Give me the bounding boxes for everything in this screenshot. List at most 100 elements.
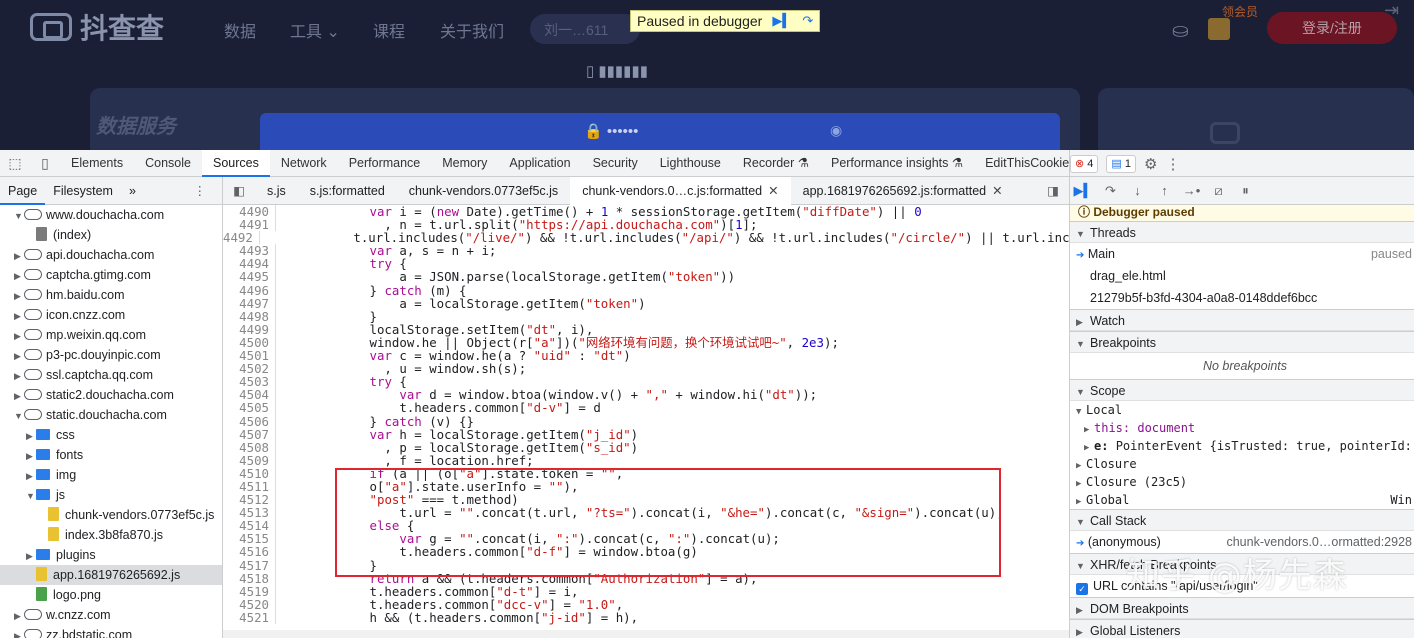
tab-sources[interactable]: Sources [201, 149, 270, 177]
editor-tab[interactable]: s.js:formatted [298, 177, 397, 205]
code-line[interactable]: 4521 h && (t.headers.common["j-id"] = h)… [223, 611, 1069, 624]
line-number[interactable]: 4519 [223, 585, 276, 598]
step-into-icon[interactable]: ↓ [1124, 183, 1151, 198]
tab-performance[interactable]: Performance [338, 150, 432, 177]
tree-item[interactable]: ▶ captcha.gtimg.com [0, 265, 222, 285]
editor-tab[interactable]: app.1681976265692.js:formatted ✕ [791, 177, 1015, 205]
resume-icon[interactable]: ▶▍ [772, 13, 792, 29]
tree-item[interactable]: ▶ hm.baidu.com [0, 285, 222, 305]
nav-item-data[interactable]: 数据 [224, 18, 256, 42]
tree-item[interactable]: ▶ icon.cnzz.com [0, 305, 222, 325]
tab-security[interactable]: Security [582, 150, 649, 177]
tree-item[interactable]: ▶ mp.weixin.qq.com [0, 325, 222, 345]
step-out-icon[interactable]: ↑ [1151, 183, 1178, 198]
line-number[interactable]: 4506 [223, 414, 276, 428]
pause-on-exceptions-icon[interactable]: ⏸ [1232, 183, 1259, 199]
scope-global[interactable]: ▶ Global Win [1070, 491, 1414, 509]
tab-lighthouse[interactable]: Lighthouse [649, 150, 732, 177]
toggle-debugger-icon[interactable]: ◨ [1037, 183, 1069, 198]
thread-item[interactable]: drag_ele.html [1070, 265, 1414, 287]
line-number[interactable]: 4521 [223, 611, 276, 624]
line-number[interactable]: 4505 [223, 401, 276, 415]
tree-item[interactable]: ▼ www.douchacha.com [0, 205, 222, 225]
step-icon[interactable]: →• [1178, 183, 1205, 198]
line-number[interactable]: 4496 [223, 283, 276, 297]
tab-performance-insights[interactable]: Performance insights ⚗ [820, 150, 974, 177]
scope-local[interactable]: ▼ Local [1070, 401, 1414, 419]
tree-item[interactable]: ▶ img [0, 465, 222, 485]
line-number[interactable]: 4498 [223, 310, 276, 323]
scope-closure-23c5[interactable]: ▶ Closure (23c5) [1070, 473, 1414, 491]
tab-application[interactable]: Application [498, 150, 581, 177]
code-line[interactable]: 4498 } [223, 310, 1069, 323]
toggle-navigator-icon[interactable]: ◧ [223, 183, 255, 198]
nav-item-courses[interactable]: 课程 [373, 18, 405, 42]
threads-header[interactable]: ▼ Threads [1070, 221, 1414, 243]
device-toolbar-icon[interactable]: ▯ [30, 155, 60, 172]
line-number[interactable]: 4499 [223, 323, 276, 336]
eye-icon[interactable]: ◉ [830, 122, 842, 139]
password-field[interactable]: 🔒 •••••• [584, 122, 638, 140]
editor-tab[interactable]: chunk-vendors.0773ef5c.js [397, 177, 570, 205]
line-number[interactable]: 4509 [223, 454, 276, 467]
code-line[interactable]: 4508 , p = localStorage.getItem("s_id") [223, 441, 1069, 454]
tab-network[interactable]: Network [270, 150, 338, 177]
dom-breakpoints-header[interactable]: ▶ DOM Breakpoints [1070, 597, 1414, 619]
scope-e[interactable]: ▶ e: PointerEvent {isTrusted: true, point… [1070, 437, 1414, 455]
tree-item[interactable]: ▶ plugins [0, 545, 222, 565]
code-line[interactable]: 4496 } catch (m) { [223, 283, 1069, 297]
tree-item[interactable]: ▶ fonts [0, 445, 222, 465]
code-line[interactable]: 4495 a = JSON.parse(localStorage.getItem… [223, 270, 1069, 284]
horizontal-scrollbar[interactable] [223, 630, 1069, 638]
code-line[interactable]: 4506 } catch (v) {} [223, 414, 1069, 428]
scope-this[interactable]: ▶ this: document [1070, 419, 1414, 437]
scope-closure[interactable]: ▶ Closure [1070, 455, 1414, 473]
error-badge[interactable]: ⊗ 4 [1070, 154, 1099, 173]
global-listeners-header[interactable]: ▶ Global Listeners [1070, 619, 1414, 638]
step-over-icon[interactable]: ↷ [802, 13, 813, 29]
tab-console[interactable]: Console [134, 150, 202, 177]
tree-item[interactable]: ▼ js [0, 485, 222, 505]
editor-tab[interactable]: s.js [255, 177, 298, 205]
settings-gear-icon[interactable]: ⚙ [1144, 155, 1157, 173]
deactivate-breakpoints-icon[interactable]: ⧄ [1205, 183, 1232, 199]
line-number[interactable]: 4507 [223, 427, 276, 441]
tree-item[interactable]: ▶ static2.douchacha.com [0, 385, 222, 405]
watch-header[interactable]: ▶ Watch [1070, 309, 1414, 331]
line-number[interactable]: 4495 [223, 270, 276, 284]
tree-item[interactable]: index.3b8fa870.js [0, 525, 222, 545]
message-badge[interactable]: ▤ 1 [1106, 154, 1136, 173]
tree-item[interactable]: logo.png [0, 585, 222, 605]
resume-icon[interactable]: ▶▍ [1070, 183, 1097, 199]
tab-editthiscookie[interactable]: EditThisCookie [974, 150, 1080, 177]
login-button[interactable]: 登录/注册 [1267, 12, 1397, 44]
more-options-icon[interactable]: ⋮ [1165, 155, 1180, 173]
inspect-icon[interactable]: ⬚ [0, 155, 30, 172]
tab-elements[interactable]: Elements [60, 150, 134, 177]
close-tab-icon[interactable]: ✕ [992, 184, 1002, 198]
breakpoints-header[interactable]: ▼ Breakpoints [1070, 331, 1414, 353]
line-number[interactable]: 4517 [223, 558, 276, 572]
editor-tab-active[interactable]: chunk-vendors.0…c.js:formatted ✕ [570, 177, 791, 205]
nav-item-tools[interactable]: 工具 ⌄ [290, 18, 340, 42]
tree-item[interactable]: ▶ ssl.captcha.qq.com [0, 365, 222, 385]
tree-item[interactable]: ▶ api.douchacha.com [0, 245, 222, 265]
close-tab-icon[interactable]: ✕ [768, 184, 778, 198]
tab-recorder[interactable]: Recorder ⚗ [732, 150, 820, 177]
step-over-icon[interactable]: ↷ [1097, 183, 1124, 199]
thread-item[interactable]: 21279b5f-b3fd-4304-a0a8-0148ddef6bcc [1070, 287, 1414, 309]
tab-memory[interactable]: Memory [431, 150, 498, 177]
tree-item[interactable]: app.1681976265692.js [0, 565, 222, 585]
scope-header[interactable]: ▼ Scope [1070, 379, 1414, 401]
tree-item[interactable]: ▶ w.cnzz.com [0, 605, 222, 625]
cart-icon[interactable]: ⛀ [1172, 18, 1189, 43]
tree-item[interactable]: ▶ zz.bdstatic.com [0, 625, 222, 638]
tab-page[interactable]: Page [0, 177, 46, 205]
tab-filesystem[interactable]: Filesystem [45, 184, 121, 198]
code-line[interactable]: 4520 t.headers.common["dcc-v"] = "1.0", [223, 598, 1069, 611]
code-line[interactable]: 4505 t.headers.common["d-v"] = d [223, 401, 1069, 415]
code-line[interactable]: 4497 a = localStorage.getItem("token") [223, 297, 1069, 310]
site-search[interactable]: 刘一…611 [530, 14, 640, 44]
tree-item[interactable]: (index) [0, 225, 222, 245]
tree-item[interactable]: chunk-vendors.0773ef5c.js [0, 505, 222, 525]
